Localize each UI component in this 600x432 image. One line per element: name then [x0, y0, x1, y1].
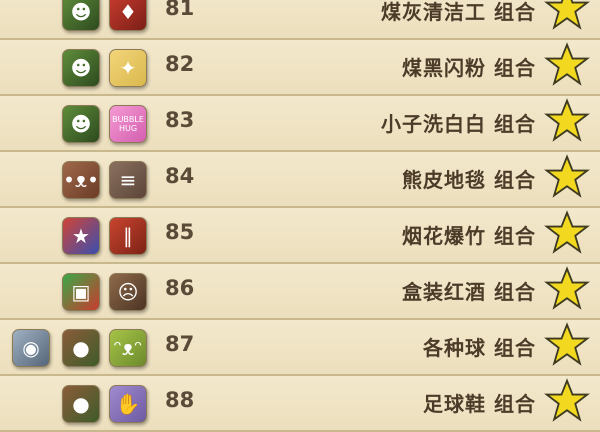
combo-label: 烟花爆竹 组合 [402, 224, 536, 248]
star-icon [544, 378, 590, 424]
combo-number: 87 [165, 332, 195, 356]
combo-label: 各种球 组合 [423, 336, 536, 360]
combo-number: 85 [165, 220, 195, 244]
combo-number: 83 [165, 108, 195, 132]
star-icon [544, 322, 590, 368]
hat-icon: ★ [62, 217, 100, 255]
combo-label: 足球鞋 组合 [423, 392, 536, 416]
firecracker-icon: ∥ [109, 217, 147, 255]
combo-number: 86 [165, 276, 195, 300]
combo-label: 小子洗白白 组合 [381, 112, 536, 136]
combo-row-81[interactable]: ☻ ♦ 81 煤灰清洁工 组合 [0, 0, 600, 40]
stocking-icon: ♦ [109, 0, 147, 31]
star-icon [544, 98, 590, 144]
character-icon: ☻ [62, 0, 100, 31]
combo-list: ☻ ♦ 81 煤灰清洁工 组合 ☻ ✦ 82 煤黑闪粉 组合 ☻ BUBBLE … [0, 0, 600, 432]
bear-icon: ʕ•ᴥ•ʔ [62, 161, 100, 199]
star-icon [544, 210, 590, 256]
character-icon: ☻ [62, 105, 100, 143]
combo-row-87[interactable]: ◉ ● ᵔᴥᵔ 87 各种球 组合 [0, 320, 600, 376]
star-icon [544, 0, 590, 32]
combo-label: 熊皮地毯 组合 [402, 168, 536, 192]
combo-row-88[interactable]: ● ✋ 88 足球鞋 组合 [0, 376, 600, 432]
zombie-icon: ☹ [109, 273, 147, 311]
rug-icon: ≡ [109, 161, 147, 199]
combo-row-84[interactable]: ʕ•ᴥ•ʔ ≡ 84 熊皮地毯 组合 [0, 152, 600, 208]
star-icon [544, 266, 590, 312]
star-icon [544, 42, 590, 88]
ball-icon: ● [62, 329, 100, 367]
combo-row-86[interactable]: ▣ ☹ 86 盒装红酒 组合 [0, 264, 600, 320]
gift-box-icon: ▣ [62, 273, 100, 311]
character-icon: ☻ [62, 49, 100, 87]
combo-number: 88 [165, 388, 195, 412]
combo-number: 82 [165, 52, 195, 76]
combo-number: 81 [165, 0, 195, 20]
combo-label: 煤黑闪粉 组合 [402, 56, 536, 80]
bubble-hug-icon: BUBBLE HUG [109, 105, 147, 143]
foot-icon: ✋ [109, 385, 147, 423]
combo-number: 84 [165, 164, 195, 188]
combo-label: 煤灰清洁工 组合 [381, 0, 536, 24]
dust-icon: ✦ [109, 49, 147, 87]
combo-row-82[interactable]: ☻ ✦ 82 煤黑闪粉 组合 [0, 40, 600, 96]
combo-label: 盒装红酒 组合 [402, 280, 536, 304]
combo-row-83[interactable]: ☻ BUBBLE HUG 83 小子洗白白 组合 [0, 96, 600, 152]
star-icon [544, 154, 590, 200]
robot-icon: ◉ [12, 329, 50, 367]
combo-row-85[interactable]: ★ ∥ 85 烟花爆竹 组合 [0, 208, 600, 264]
ball-icon: ● [62, 385, 100, 423]
green-creature-icon: ᵔᴥᵔ [109, 329, 147, 367]
